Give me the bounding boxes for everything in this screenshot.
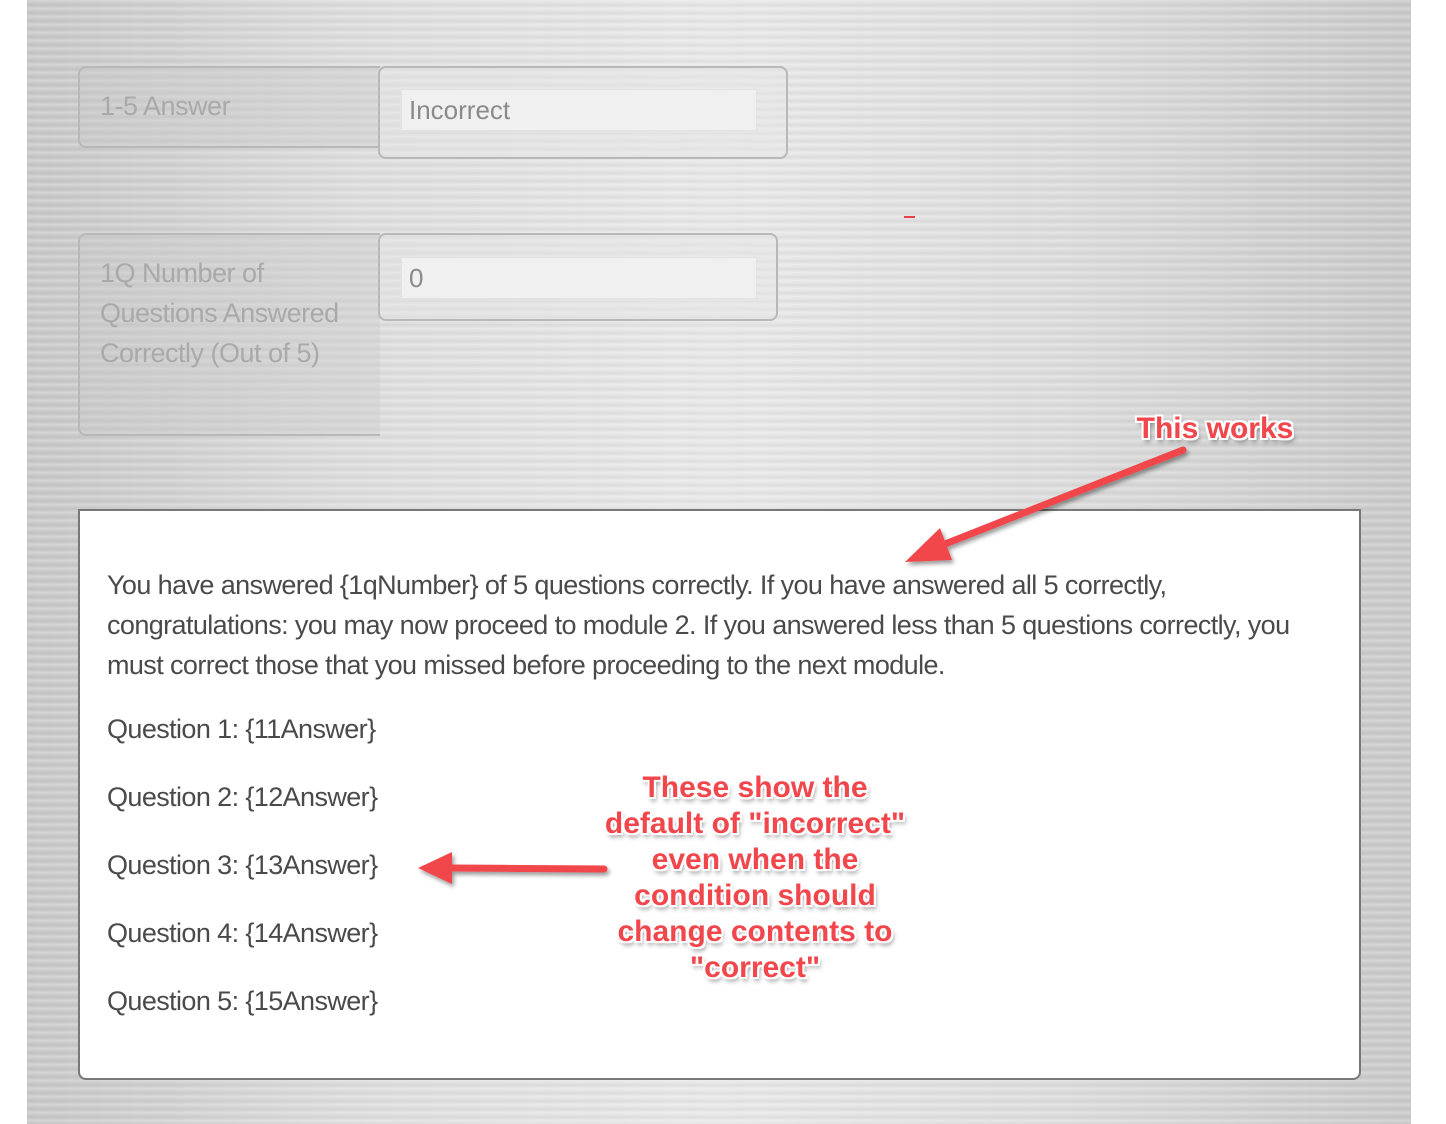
field-label-1-5-answer: 1-5 Answer bbox=[78, 66, 380, 148]
question-2-result: Question 2: {12Answer} bbox=[107, 782, 378, 812]
results-paragraph: You have answered {1qNumber} of 5 questi… bbox=[107, 570, 1290, 680]
answer-1-5-input[interactable]: Incorrect bbox=[401, 89, 757, 131]
annotation-default-incorrect: These show the default of "incorrect" ev… bbox=[604, 771, 906, 984]
field-1-5-answer-container: Incorrect bbox=[378, 66, 788, 159]
field-label-1q-number: 1Q Number of Questions Answered Correctl… bbox=[78, 233, 380, 436]
red-mark bbox=[904, 216, 915, 218]
number-correct-input[interactable]: 0 bbox=[401, 257, 757, 299]
annotation-this-works: This works bbox=[1136, 412, 1294, 445]
question-5-result: Question 5: {15Answer} bbox=[107, 986, 378, 1016]
question-3-result: Question 3: {13Answer} bbox=[107, 850, 378, 880]
question-1-result: Question 1: {11Answer} bbox=[107, 714, 376, 744]
field-1q-number-container: 0 bbox=[378, 233, 778, 321]
question-4-result: Question 4: {14Answer} bbox=[107, 918, 378, 948]
